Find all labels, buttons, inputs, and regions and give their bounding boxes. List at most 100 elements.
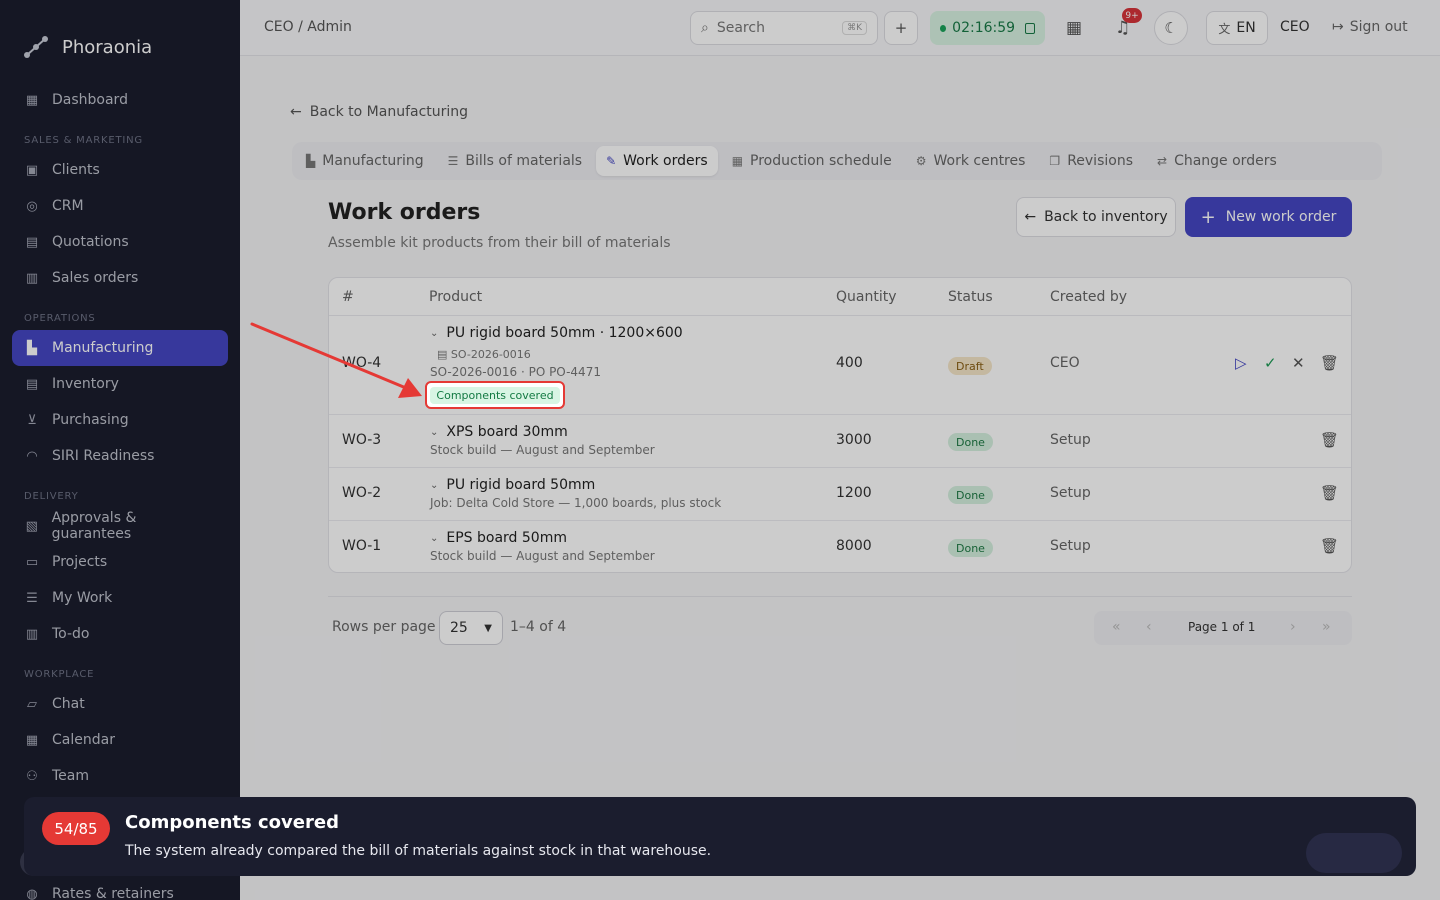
theme-toggle[interactable]: ☾ <box>1154 11 1188 45</box>
sidebar-item-rates[interactable]: ◍ Rates & retainers <box>12 876 186 900</box>
sidebar-item-clients[interactable]: ▣ Clients <box>12 152 228 188</box>
column-header-product[interactable]: Product <box>429 289 482 305</box>
chevron-down-icon[interactable]: ⌄ <box>430 328 438 339</box>
sidebar-item-purchasing[interactable]: ⊻ Purchasing <box>12 402 228 438</box>
work-order-id[interactable]: WO-1 <box>342 538 381 554</box>
sidebar-item-label: Rates & retainers <box>52 886 174 900</box>
column-header-quantity[interactable]: Quantity <box>836 289 897 305</box>
column-header-created-by[interactable]: Created by <box>1050 289 1127 305</box>
stop-icon[interactable] <box>1025 22 1035 34</box>
clients-icon: ▣ <box>25 162 39 178</box>
button-label: Back to inventory <box>1044 209 1168 225</box>
sidebar-item-sales-orders[interactable]: ▥ Sales orders <box>12 260 228 296</box>
previous-page-icon[interactable]: ‹ <box>1146 619 1152 635</box>
tab-work-centres[interactable]: ⚙ Work centres <box>906 146 1036 176</box>
document-icon: ▤ <box>25 234 39 250</box>
status-badge: Done <box>948 539 993 557</box>
tab-label: Production schedule <box>750 153 892 169</box>
sidebar-item-label: Approvals & guarantees <box>51 510 137 542</box>
product-detail: Stock build — August and September <box>430 443 655 457</box>
back-to-manufacturing-link[interactable]: ← Back to Manufacturing <box>290 104 468 120</box>
tab-manufacturing[interactable]: ▙ Manufacturing <box>296 146 434 176</box>
close-icon[interactable]: ✕ <box>1292 354 1305 372</box>
sales-order-ref[interactable]: ▤ SO-2026-0016 <box>437 348 531 361</box>
search-input[interactable]: ⌕ Search ⌘K <box>690 11 878 45</box>
breadcrumb[interactable]: CEO / Admin <box>264 19 352 35</box>
tab-work-orders[interactable]: ✎ Work orders <box>596 146 718 176</box>
rows-per-page-select[interactable]: 25 ▼ <box>439 611 503 645</box>
tab-production-schedule[interactable]: ▦ Production schedule <box>722 146 902 176</box>
trash-icon[interactable]: 🗑 <box>1320 537 1339 555</box>
tab-change-orders[interactable]: ⇄ Change orders <box>1147 146 1287 176</box>
quantity: 1200 <box>836 485 872 501</box>
add-button[interactable]: + <box>884 11 918 45</box>
sidebar-item-label: Purchasing <box>52 412 129 428</box>
back-to-inventory-button[interactable]: ← Back to inventory <box>1016 197 1176 237</box>
new-work-order-button[interactable]: + New work order <box>1185 197 1352 237</box>
column-header-status[interactable]: Status <box>948 289 993 305</box>
sidebar-item-manufacturing[interactable]: ▙ Manufacturing <box>12 330 228 366</box>
work-order-id[interactable]: WO-3 <box>342 432 381 448</box>
arrow-left-icon: ← <box>1024 209 1037 225</box>
check-icon[interactable]: ✓ <box>1264 354 1277 372</box>
wrench-icon: ✎ <box>606 154 617 168</box>
last-page-icon[interactable]: » <box>1322 619 1331 635</box>
coins-icon: ◍ <box>26 886 38 900</box>
chat-icon: ▱ <box>27 696 37 712</box>
trash-icon[interactable]: 🗑 <box>1320 431 1339 449</box>
next-page-icon[interactable]: › <box>1290 619 1296 635</box>
product-label: PU rigid board 50mm <box>446 477 596 493</box>
chevron-down-icon[interactable]: ⌄ <box>430 480 438 491</box>
product-name[interactable]: ⌄ EPS board 50mm <box>430 530 567 546</box>
language-label: EN <box>1236 20 1256 36</box>
sidebar-item-projects[interactable]: ▭ Projects <box>12 544 228 580</box>
sidebar-item-my-work[interactable]: ☰ My Work <box>12 580 228 616</box>
column-header-number: # <box>342 289 354 305</box>
list-icon: ☰ <box>447 154 459 168</box>
sidebar-item-calendar[interactable]: ▦ Calendar <box>12 722 228 758</box>
first-page-icon[interactable]: « <box>1112 619 1121 635</box>
play-icon[interactable]: ▷ <box>1235 354 1247 372</box>
calendar-check-icon[interactable]: ▦ <box>1066 18 1082 38</box>
language-selector[interactable]: 文 EN <box>1206 11 1268 45</box>
tab-bills-of-materials[interactable]: ☰ Bills of materials <box>438 146 592 176</box>
user-role[interactable]: CEO <box>1280 19 1310 35</box>
warehouse-icon: ▤ <box>25 376 39 392</box>
chevron-down-icon: ▼ <box>484 622 492 634</box>
tab-revisions[interactable]: ❐ Revisions <box>1039 146 1143 176</box>
table-row[interactable]: WO-2 ⌄ PU rigid board 50mm Job: Delta Co… <box>329 468 1351 521</box>
calendar-clock-icon: ▦ <box>731 154 744 168</box>
product-label: PU rigid board 50mm · 1200×600 <box>446 325 683 341</box>
trash-icon[interactable]: 🗑 <box>1320 484 1339 502</box>
app-name: Phoraonia <box>62 36 153 58</box>
sidebar-item-dashboard[interactable]: ▦ Dashboard <box>12 82 228 118</box>
tab-label: Work centres <box>933 153 1026 169</box>
sidebar-item-siri-readiness[interactable]: ◠ SIRI Readiness <box>12 438 228 474</box>
work-order-id[interactable]: WO-2 <box>342 485 381 501</box>
status-badge: Done <box>948 433 993 451</box>
sidebar-item-inventory[interactable]: ▤ Inventory <box>12 366 228 402</box>
sidebar-item-team[interactable]: ⚇ Team <box>12 758 228 794</box>
brand[interactable]: Phoraonia <box>0 0 240 72</box>
sidebar-item-quotations[interactable]: ▤ Quotations <box>12 224 228 260</box>
components-covered-badge[interactable]: Components covered <box>425 381 565 409</box>
table-row[interactable]: WO-3 ⌄ XPS board 30mm Stock build — Augu… <box>329 415 1351 468</box>
rows-per-page-label: Rows per page <box>332 619 436 635</box>
time-tracker[interactable]: 02:16:59 <box>930 11 1045 45</box>
sign-out-link[interactable]: ↦ Sign out <box>1332 19 1408 35</box>
chat-widget-button[interactable] <box>1306 833 1402 873</box>
product-name[interactable]: ⌄ PU rigid board 50mm · 1200×600 <box>430 325 683 341</box>
sidebar-item-approvals[interactable]: ▧ Approvals & guarantees <box>12 508 228 544</box>
sidebar-item-chat[interactable]: ▱ Chat <box>12 686 228 722</box>
arrow-left-icon: ← <box>290 104 302 120</box>
product-name[interactable]: ⌄ XPS board 30mm <box>430 424 568 440</box>
chevron-down-icon[interactable]: ⌄ <box>430 427 438 438</box>
chevron-down-icon[interactable]: ⌄ <box>430 533 438 544</box>
tab-label: Bills of materials <box>465 153 583 169</box>
product-name[interactable]: ⌄ PU rigid board 50mm <box>430 477 595 493</box>
sidebar-item-crm[interactable]: ◎ CRM <box>12 188 228 224</box>
table-row[interactable]: WO-1 ⌄ EPS board 50mm Stock build — Augu… <box>329 521 1351 572</box>
trash-icon[interactable]: 🗑 <box>1320 354 1339 372</box>
sidebar-item-todo[interactable]: ▥ To-do <box>12 616 228 652</box>
created-by: CEO <box>1050 355 1080 371</box>
